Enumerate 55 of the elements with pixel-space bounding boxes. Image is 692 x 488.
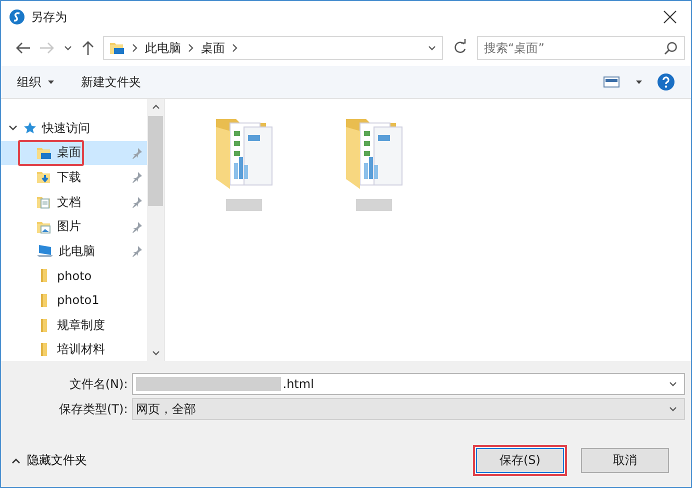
folder-icon — [41, 318, 47, 332]
search-icon[interactable] — [664, 41, 678, 55]
folder-icon — [41, 294, 47, 307]
dropdown-chevron-icon[interactable] — [668, 404, 678, 414]
chevron-right-icon — [131, 43, 139, 53]
filename-field[interactable]: .html — [132, 373, 685, 395]
folder-icon — [41, 269, 47, 282]
navigation-item[interactable]: 图片 — [1, 214, 147, 239]
toolbar-button[interactable]: 组织 — [11, 70, 61, 94]
help-icon[interactable] — [657, 73, 675, 91]
navigation-item[interactable]: 文档 — [1, 190, 147, 214]
navigation-item[interactable]: photo1 — [1, 288, 147, 313]
file-type-dropdown[interactable]: 网页，全部 — [132, 398, 685, 420]
navigation-item[interactable]: photo — [1, 264, 147, 288]
folder-icon — [41, 343, 47, 356]
dropdown-chevron-icon[interactable] — [668, 379, 678, 389]
scrollbar[interactable] — [147, 99, 164, 361]
desktop-folder-icon — [109, 40, 125, 56]
recent-dropdown-icon[interactable] — [63, 43, 73, 53]
navigation-item[interactable]: 下载 — [1, 165, 147, 190]
window-title: 另存为 — [31, 8, 67, 26]
chevron-right-icon — [187, 43, 195, 53]
download-folder-icon — [36, 169, 52, 186]
blurred-filename — [356, 199, 392, 211]
navigation-item[interactable]: 快速访问 — [1, 116, 147, 141]
field-label: 文件名(N): — [68, 376, 128, 392]
up-arrow-icon[interactable] — [81, 40, 95, 56]
hide-folders-toggle[interactable]: 隐藏文件夹 — [11, 452, 87, 469]
back-arrow-icon[interactable] — [15, 41, 31, 55]
address-dropdown-icon[interactable] — [427, 43, 437, 53]
documents-folder-icon — [36, 194, 52, 210]
blurred-filename — [226, 199, 262, 211]
close-icon[interactable] — [663, 10, 677, 24]
star-icon — [23, 121, 37, 136]
app-logo-icon — [9, 9, 25, 25]
computer-icon — [36, 243, 54, 260]
toolbar-button[interactable]: 新建文件夹 — [75, 70, 147, 94]
navigation-item[interactable]: 培训材料 — [1, 337, 147, 361]
navigation-item[interactable]: 桌面 — [1, 140, 147, 166]
highlight-frame — [18, 140, 84, 166]
caret-icon[interactable] — [635, 79, 643, 85]
breadcrumb-item[interactable]: 此电脑 — [145, 40, 181, 56]
navigation-item[interactable]: 规章制度 — [1, 312, 147, 338]
navigation-item[interactable]: 此电脑 — [1, 238, 147, 264]
dialog-button[interactable]: 取消 — [581, 448, 669, 473]
chevron-right-icon — [231, 43, 239, 53]
dialog-button[interactable]: 保存(S) — [476, 448, 564, 473]
scrollbar-thumb[interactable] — [148, 116, 163, 206]
chevron-up-icon — [11, 456, 21, 464]
field-label: 保存类型(T): — [59, 400, 128, 418]
scroll-down-icon[interactable] — [150, 348, 160, 358]
address-bar[interactable]: 此电脑 桌面 — [103, 36, 443, 60]
search-field[interactable]: 搜索“桌面” — [477, 36, 685, 60]
view-options-icon[interactable] — [603, 75, 621, 89]
breadcrumb-item[interactable]: 桌面 — [201, 40, 225, 56]
